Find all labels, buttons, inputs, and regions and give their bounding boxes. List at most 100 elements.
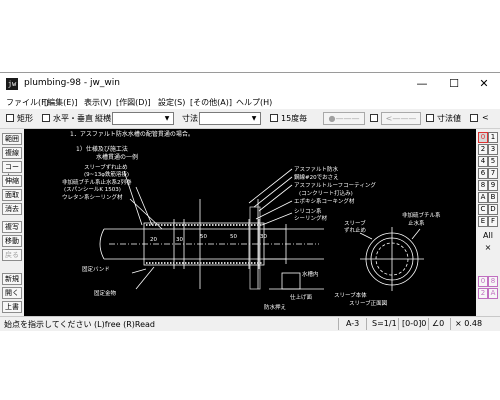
layer-2[interactable]: 2 — [478, 144, 488, 155]
status-layer[interactable]: [0-0]0 — [402, 319, 426, 328]
rect-checkbox[interactable] — [6, 114, 14, 122]
label-fix-band: 固定バンド — [82, 265, 110, 273]
menu-settings[interactable]: 設定(S) — [158, 97, 185, 108]
left-tool-bar: 範囲 複線 コーナー 伸縮 面取 消去 複写 移動 戻る 新規 開く 上書 — [0, 129, 24, 316]
dimvalue-checkbox[interactable] — [426, 114, 434, 122]
dim-label: 寸法 — [182, 114, 198, 123]
group-a[interactable]: A — [488, 288, 498, 299]
drawing-subheading: 1）仕様及び施工法 — [76, 145, 128, 153]
deg15-checkbox[interactable] — [270, 114, 278, 122]
arrow-mode-button[interactable]: <——— — [381, 112, 421, 125]
tool-erase[interactable]: 消去 — [2, 203, 22, 215]
tool-extend[interactable]: 伸縮 — [2, 175, 22, 187]
layer-all-button[interactable]: All — [479, 230, 497, 242]
layer-d[interactable]: D — [488, 204, 498, 215]
label-silicone-sealant: シーリング材 — [294, 214, 328, 222]
last-checkbox[interactable] — [470, 114, 478, 122]
menu-view[interactable]: 表示(V) — [84, 97, 112, 108]
dimvalue-label: 寸法値 — [437, 114, 461, 123]
layer-close-button[interactable]: × — [479, 242, 497, 254]
tool-open[interactable]: 開く — [2, 287, 22, 299]
label-sleeve: スリーブ — [344, 219, 366, 227]
label-fix-metal: 固定金物 — [94, 289, 117, 297]
drawing-heading: 1．アスファルト防水水槽の配管貫通の場合。 — [70, 130, 194, 138]
circle-mode-button[interactable]: ●——— — [323, 112, 365, 125]
minimize-button[interactable]: — — [408, 75, 436, 93]
tool-chamfer[interactable]: 面取 — [2, 189, 22, 201]
close-button[interactable]: ✕ — [470, 75, 498, 93]
tool-copy[interactable]: 複写 — [2, 221, 22, 233]
status-scale[interactable]: S=1/1 — [372, 319, 397, 328]
layer-bar: 0 1 2 3 4 5 6 7 8 9 A B C D E F All × 0 … — [476, 129, 500, 316]
layer-1[interactable]: 1 — [488, 132, 498, 143]
dim-50-a: 50 — [200, 234, 207, 240]
layer-9[interactable]: 9 — [488, 180, 498, 191]
dim-combo[interactable]: ▼ — [199, 112, 261, 125]
ratio-combo[interactable]: ▼ — [112, 112, 174, 125]
status-divider — [450, 318, 451, 330]
maximize-button[interactable]: ☐ — [440, 75, 468, 93]
dim-50-b: 50 — [230, 234, 237, 240]
layer-0[interactable]: 0 — [478, 132, 488, 143]
layer-4[interactable]: 4 — [478, 156, 488, 167]
dim-30-left: 30 — [176, 237, 183, 243]
chevron-down-icon: ▼ — [164, 115, 170, 122]
label-steel-wire: 鋼線#20でおさえ — [294, 173, 339, 181]
control-toolbar: 矩形 水平・垂直 縦横 ▼ 寸法 ▼ 15度毎 ●——— <——— 寸法値 < — [0, 109, 500, 129]
label-concrete: (コンクリート打込み) — [299, 189, 353, 197]
layer-a[interactable]: A — [478, 192, 488, 203]
status-divider — [428, 318, 429, 330]
tool-offset[interactable]: 複線 — [2, 147, 22, 159]
tool-range[interactable]: 範囲 — [2, 133, 22, 145]
status-paper-size[interactable]: A-3 — [346, 319, 359, 328]
label-slip-stop: ずれ止め — [344, 226, 366, 234]
group-0[interactable]: 0 — [478, 276, 488, 287]
layer-c[interactable]: C — [478, 204, 488, 215]
hv-checkbox[interactable] — [42, 114, 50, 122]
status-zoom[interactable]: × 0.48 — [455, 319, 482, 328]
title-bar: jw plumbing-98 - jw_win — ☐ ✕ — [0, 73, 500, 95]
group-8[interactable]: 8 — [488, 276, 498, 287]
status-prompt: 始点を指示してください (L)free (R)Read — [4, 320, 155, 329]
menu-help[interactable]: ヘルプ(H) — [236, 97, 272, 108]
last-label: < — [482, 113, 489, 122]
tool-corner[interactable]: コーナー — [2, 161, 22, 181]
menu-bar: ファイル(F) [編集(E)] 表示(V) [作図(D)] 設定(S) [その他… — [0, 95, 500, 109]
menu-other[interactable]: [その他(A)] — [190, 97, 232, 108]
tool-new[interactable]: 新規 — [2, 273, 22, 285]
arrow-checkbox[interactable] — [370, 114, 378, 122]
label-tank-inside: 水槽内 — [302, 270, 319, 278]
layer-7[interactable]: 7 — [488, 168, 498, 179]
chevron-down-icon: ▼ — [251, 115, 257, 122]
group-2[interactable]: 2 — [478, 288, 488, 299]
layer-e[interactable]: E — [478, 216, 488, 227]
tool-undo[interactable]: 戻る — [2, 249, 22, 261]
window-title: plumbing-98 - jw_win — [24, 78, 120, 88]
tool-move[interactable]: 移動 — [2, 235, 22, 247]
layer-f[interactable]: F — [488, 216, 498, 227]
deg15-label: 15度毎 — [281, 114, 308, 123]
label-silicone: シリコン系 — [294, 207, 322, 215]
layer-8[interactable]: 8 — [478, 180, 488, 191]
sleeve-front-view — [359, 227, 424, 291]
menu-file[interactable]: ファイル(F) — [6, 97, 49, 108]
label-water-stop: 止水系 — [408, 219, 425, 227]
rect-label: 矩形 — [17, 114, 33, 123]
layer-3[interactable]: 3 — [488, 144, 498, 155]
status-angle[interactable]: ∠0 — [432, 319, 444, 328]
label-roof-coating: アスファルトルーフコーティング — [294, 181, 376, 189]
label-waterproof-press: 防水押え — [264, 303, 286, 311]
drawing-subheading2: 水槽貫通の一例 — [96, 153, 138, 161]
menu-draw[interactable]: [作図(D)] — [116, 97, 151, 108]
jw-app-icon: jw — [6, 78, 18, 90]
layer-b[interactable]: B — [488, 192, 498, 203]
menu-edit[interactable]: [編集(E)] — [44, 97, 78, 108]
drawing-canvas[interactable]: 1．アスファルト防水水槽の配管貫通の場合。 1）仕様及び施工法 水槽貫通の一例 … — [24, 129, 476, 316]
label-epoxy: エポキシ系コーキング材 — [294, 197, 355, 205]
status-divider — [398, 318, 399, 330]
label-sleeve-front: スリーブ正面図 — [349, 299, 388, 307]
layer-6[interactable]: 6 — [478, 168, 488, 179]
tool-save[interactable]: 上書 — [2, 301, 22, 313]
label-asphalt-waterproof: アスファルト防水 — [294, 165, 339, 173]
layer-5[interactable]: 5 — [488, 156, 498, 167]
